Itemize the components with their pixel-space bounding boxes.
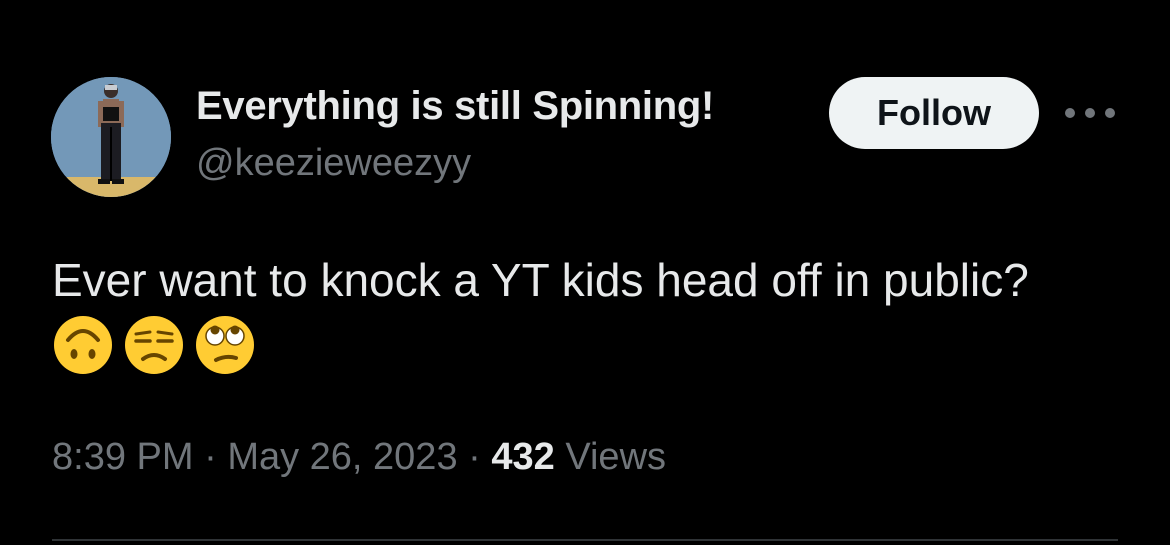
tweet-text: Ever want to knock a YT kids head off in… [52, 246, 1052, 382]
tweet-body: Ever want to knock a YT kids head off in… [52, 254, 1029, 306]
views-label: Views [565, 436, 667, 478]
follow-button[interactable]: Follow [829, 77, 1039, 149]
unamused-face-emoji [123, 314, 185, 376]
tweet-metadata: 8:39 PM · May 26, 2023 · 432 Views [52, 436, 666, 479]
more-options-button[interactable] [1062, 97, 1118, 133]
separator-dot: · [204, 436, 228, 478]
rolling-eyes-emoji [194, 314, 256, 376]
upside-down-face-emoji [52, 314, 114, 376]
author-display-name[interactable]: Everything is still Spinning! [196, 84, 714, 129]
more-horizontal-icon [1062, 106, 1118, 125]
tweet: Everything is still Spinning! @keeziewee… [0, 0, 1170, 545]
views-count: 432 [491, 436, 555, 478]
separator-dot: · [468, 436, 492, 478]
tweet-date[interactable]: May 26, 2023 [227, 436, 457, 478]
author-handle[interactable]: @keezieweezyy [196, 142, 471, 185]
divider [52, 539, 1118, 541]
tweet-time[interactable]: 8:39 PM [52, 436, 194, 478]
avatar[interactable] [51, 77, 171, 197]
